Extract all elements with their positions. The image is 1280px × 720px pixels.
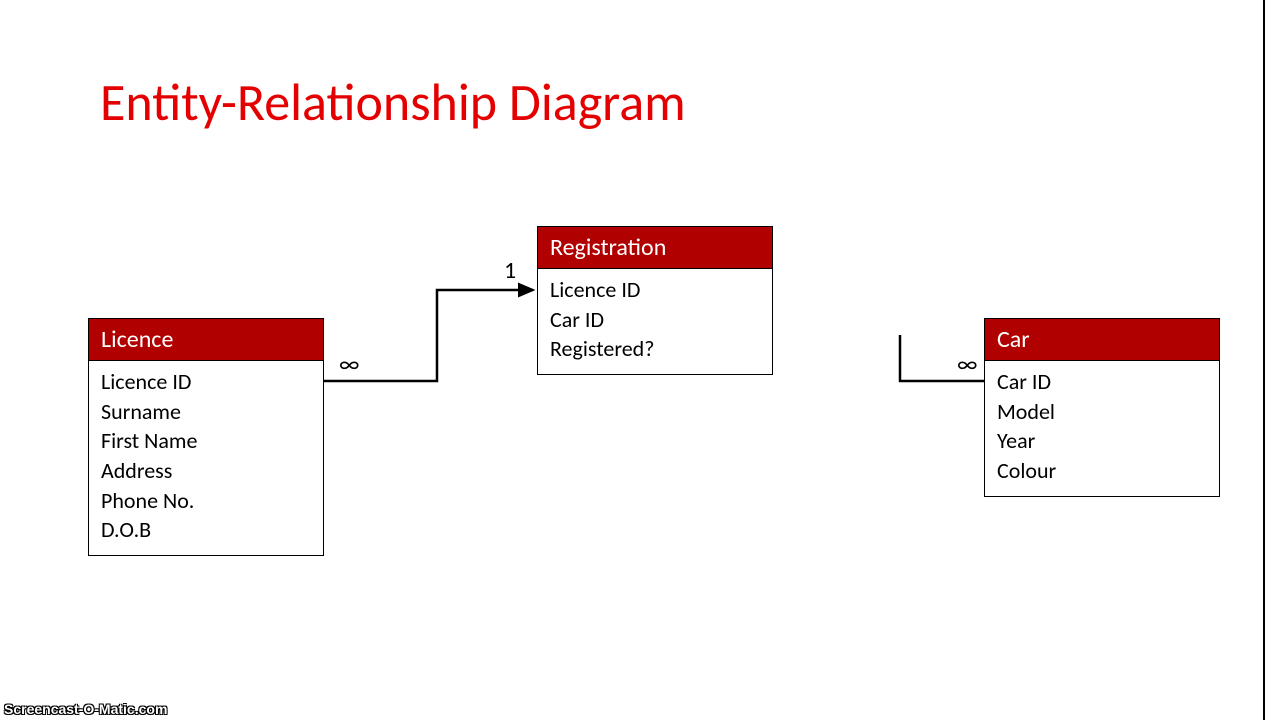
- entity-licence-header: Licence: [89, 319, 323, 361]
- entity-field: Phone No.: [101, 486, 311, 516]
- page-title: Entity-Relationship Diagram: [100, 70, 686, 134]
- entity-field: Licence ID: [101, 367, 311, 397]
- right-border-rule: [1263, 0, 1265, 720]
- cardinality-car-side: ∞: [957, 350, 977, 379]
- entity-field: Colour: [997, 456, 1207, 486]
- entity-field: Car ID: [997, 367, 1207, 397]
- entity-registration: Registration Licence ID Car ID Registere…: [537, 226, 773, 375]
- cardinality-licence-side: ∞: [339, 350, 359, 379]
- entity-registration-body: Licence ID Car ID Registered?: [538, 269, 772, 374]
- entity-field: First Name: [101, 426, 311, 456]
- entity-field: Licence ID: [550, 275, 760, 305]
- entity-field: Registered?: [550, 334, 760, 364]
- entity-car-header: Car: [985, 319, 1219, 361]
- entity-licence: Licence Licence ID Surname First Name Ad…: [88, 318, 324, 556]
- watermark: Screencast-O-Matic.com: [4, 701, 167, 717]
- entity-car: Car Car ID Model Year Colour: [984, 318, 1220, 497]
- entity-field: Car ID: [550, 305, 760, 335]
- entity-field: Address: [101, 456, 311, 486]
- entity-field: Year: [997, 426, 1207, 456]
- entity-licence-body: Licence ID Surname First Name Address Ph…: [89, 361, 323, 555]
- entity-field: D.O.B: [101, 515, 311, 545]
- entity-field: Model: [997, 397, 1207, 427]
- entity-registration-header: Registration: [538, 227, 772, 269]
- cardinality-registration-side: 1: [504, 256, 516, 285]
- entity-field: Surname: [101, 397, 311, 427]
- entity-car-body: Car ID Model Year Colour: [985, 361, 1219, 496]
